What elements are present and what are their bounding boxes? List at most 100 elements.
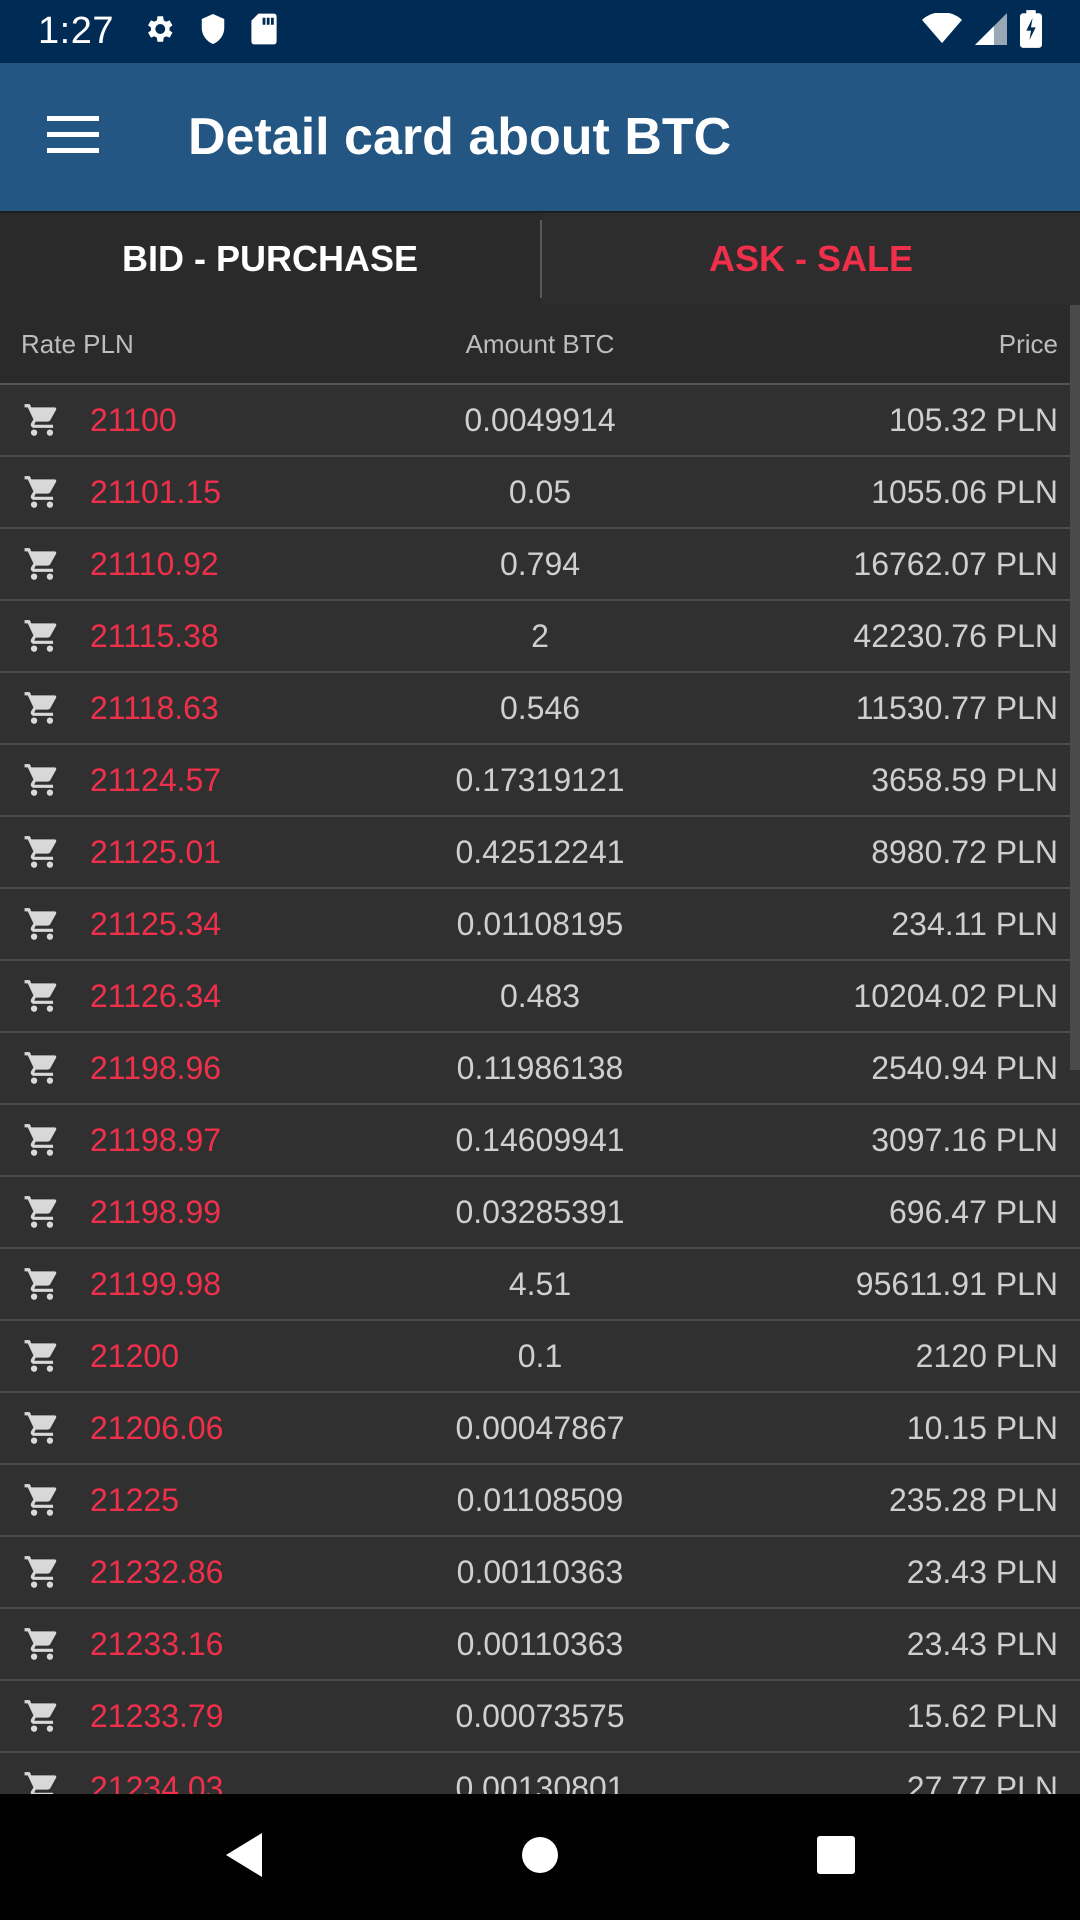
table-row[interactable]: 21233.16 0.00110363 23.43 PLN — [0, 1609, 1080, 1681]
row-amount: 0.00110363 — [456, 1553, 624, 1590]
row-amount: 0.00047867 — [455, 1409, 625, 1446]
table-row[interactable]: 21200 0.1 2120 PLN — [0, 1321, 1080, 1393]
cart-icon[interactable] — [0, 689, 90, 727]
row-amount: 2 — [531, 617, 549, 654]
page-title: Detail card about BTC — [188, 108, 732, 166]
row-rate: 21118.63 — [90, 689, 219, 726]
scrollbar[interactable] — [1070, 305, 1080, 1070]
row-amount: 0.1 — [517, 1337, 563, 1374]
table-row[interactable]: 21198.99 0.03285391 696.47 PLN — [0, 1177, 1080, 1249]
column-header-rate: Rate PLN — [21, 328, 134, 359]
status-time: 1:27 — [38, 10, 114, 52]
row-price: 696.47 PLN — [888, 1193, 1058, 1230]
row-price: 95611.91 PLN — [855, 1265, 1058, 1302]
tab-bid-purchase[interactable]: BID - PURCHASE — [0, 213, 540, 305]
table-row[interactable]: 21125.01 0.42512241 8980.72 PLN — [0, 817, 1080, 889]
row-price: 3658.59 PLN — [871, 761, 1058, 798]
row-price: 23.43 PLN — [906, 1625, 1058, 1662]
cart-icon[interactable] — [0, 617, 90, 655]
row-amount: 0.42512241 — [455, 833, 625, 870]
table-row[interactable]: 21206.06 0.00047867 10.15 PLN — [0, 1393, 1080, 1465]
row-price: 23.43 PLN — [906, 1553, 1058, 1590]
row-amount: 0.11986138 — [456, 1049, 624, 1086]
row-price: 27.77 PLN — [906, 1769, 1058, 1795]
cart-icon[interactable] — [0, 1049, 90, 1087]
nav-back-button[interactable] — [184, 1797, 304, 1917]
row-amount: 0.00110363 — [456, 1625, 624, 1662]
table-header: Rate PLN Amount BTC Price — [0, 305, 1080, 385]
row-rate: 21234.03 — [90, 1769, 224, 1795]
row-amount: 0.01108195 — [456, 905, 624, 942]
cart-icon[interactable] — [0, 833, 90, 871]
cart-icon[interactable] — [0, 545, 90, 583]
row-rate: 21198.99 — [90, 1193, 222, 1230]
row-rate: 21126.34 — [90, 977, 222, 1014]
cart-icon[interactable] — [0, 905, 90, 943]
table-row[interactable]: 21198.96 0.11986138 2540.94 PLN — [0, 1033, 1080, 1105]
row-amount: 0.00130801 — [455, 1769, 625, 1795]
order-table: Rate PLN Amount BTC Price 21100 0.0049914… — [0, 305, 1080, 1794]
row-rate: 21125.34 — [90, 905, 222, 942]
cart-icon[interactable] — [0, 1337, 90, 1375]
table-row[interactable]: 21225 0.01108509 235.28 PLN — [0, 1465, 1080, 1537]
row-amount: 0.05 — [508, 473, 572, 510]
sd-card-icon — [250, 12, 278, 51]
row-price: 8980.72 PLN — [871, 833, 1058, 870]
table-row[interactable]: 21110.92 0.794 16762.07 PLN — [0, 529, 1080, 601]
table-row[interactable]: 21101.15 0.05 1055.06 PLN — [0, 457, 1080, 529]
recents-icon — [816, 1835, 856, 1880]
nav-recents-button[interactable] — [776, 1797, 896, 1917]
cart-icon[interactable] — [0, 1193, 90, 1231]
row-price: 15.62 PLN — [906, 1697, 1058, 1734]
status-icons-left — [142, 12, 278, 51]
column-header-price: Price — [998, 328, 1058, 359]
tab-ask-sale[interactable]: ASK - SALE — [542, 213, 1080, 305]
table-row[interactable]: 21125.34 0.01108195 234.11 PLN — [0, 889, 1080, 961]
cart-icon[interactable] — [0, 1481, 90, 1519]
table-row[interactable]: 21100 0.0049914 105.32 PLN — [0, 385, 1080, 457]
row-rate: 21110.92 — [90, 545, 219, 582]
gear-icon — [142, 12, 176, 51]
cart-icon[interactable] — [0, 1553, 90, 1591]
row-price: 10204.02 PLN — [853, 977, 1058, 1014]
status-bar: 1:27 — [0, 0, 1080, 63]
row-price: 42230.76 PLN — [853, 617, 1058, 654]
table-row[interactable]: 21232.86 0.00110363 23.43 PLN — [0, 1537, 1080, 1609]
cart-icon[interactable] — [0, 473, 90, 511]
row-price: 235.28 PLN — [888, 1481, 1058, 1518]
table-row[interactable]: 21124.57 0.17319121 3658.59 PLN — [0, 745, 1080, 817]
cart-icon[interactable] — [0, 1769, 90, 1794]
cart-icon[interactable] — [0, 1697, 90, 1735]
wifi-icon — [922, 12, 962, 50]
signal-icon — [974, 13, 1008, 50]
row-rate: 21198.97 — [90, 1121, 222, 1158]
table-row[interactable]: 21233.79 0.00073575 15.62 PLN — [0, 1681, 1080, 1753]
row-price: 16762.07 PLN — [853, 545, 1058, 582]
cart-icon[interactable] — [0, 1409, 90, 1447]
row-amount: 0.546 — [499, 689, 581, 726]
row-rate: 21206.06 — [90, 1409, 224, 1446]
cart-icon[interactable] — [0, 761, 90, 799]
table-row[interactable]: 21199.98 4.51 95611.91 PLN — [0, 1249, 1080, 1321]
row-rate: 21200 — [90, 1337, 179, 1374]
table-row[interactable]: 21115.38 2 42230.76 PLN — [0, 601, 1080, 673]
cart-icon[interactable] — [0, 401, 90, 439]
cart-icon[interactable] — [0, 1265, 90, 1303]
column-header-amount: Amount BTC — [465, 328, 615, 359]
status-icons-right — [922, 10, 1042, 53]
table-row[interactable]: 21198.97 0.14609941 3097.16 PLN — [0, 1105, 1080, 1177]
table-row[interactable]: 21118.63 0.546 11530.77 PLN — [0, 673, 1080, 745]
cart-icon[interactable] — [0, 1625, 90, 1663]
cart-icon[interactable] — [0, 1121, 90, 1159]
row-amount: 0.01108509 — [456, 1481, 624, 1518]
table-row[interactable]: 21234.03 0.00130801 27.77 PLN — [0, 1753, 1080, 1794]
back-icon — [222, 1831, 266, 1884]
cart-icon[interactable] — [0, 977, 90, 1015]
row-price: 3097.16 PLN — [871, 1121, 1058, 1158]
row-rate: 21225 — [90, 1481, 179, 1518]
row-amount: 0.794 — [499, 545, 581, 582]
menu-button[interactable] — [37, 101, 109, 173]
nav-home-button[interactable] — [480, 1797, 600, 1917]
table-row[interactable]: 21126.34 0.483 10204.02 PLN — [0, 961, 1080, 1033]
row-price: 11530.77 PLN — [855, 689, 1058, 726]
